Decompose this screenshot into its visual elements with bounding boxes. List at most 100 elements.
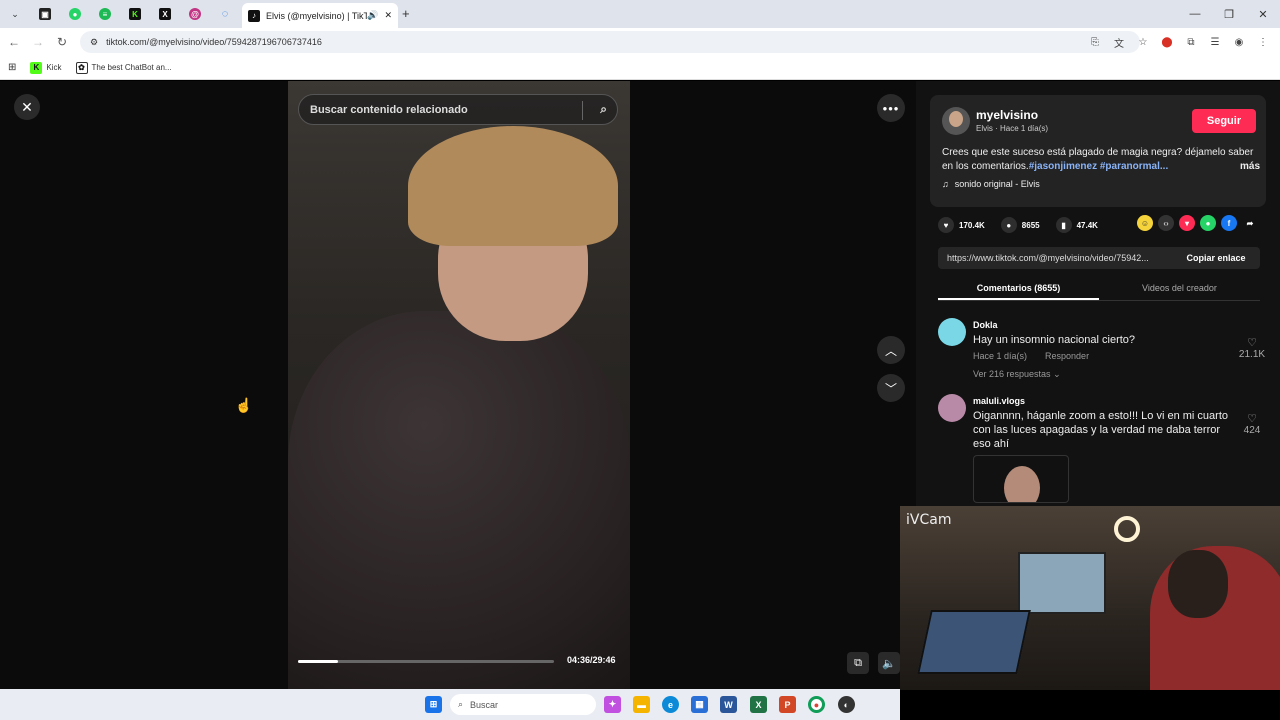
powerpoint-icon[interactable]: P [779, 696, 796, 713]
edge-icon[interactable]: e [662, 696, 679, 713]
like-button[interactable]: ♥ 170.4K [938, 217, 985, 233]
comment-button[interactable]: ● 8655 [1000, 217, 1040, 233]
commenter-username[interactable]: maluli.vlogs [973, 396, 1025, 406]
back-button[interactable]: ← [2, 28, 26, 56]
forward-button[interactable]: → [26, 28, 50, 56]
comment-like-button[interactable]: ♡ 424 [1238, 412, 1266, 436]
close-tab-icon[interactable]: ✕ [384, 10, 392, 21]
like-count: 170.4K [959, 220, 985, 230]
comment-text: Hay un insomnio nacional cierto? [973, 334, 1136, 346]
spotify-icon: ≡ [99, 8, 111, 20]
pinned-tab-x[interactable]: X [150, 0, 180, 28]
author-avatar[interactable] [942, 107, 970, 135]
pinned-tab-1[interactable]: ▣ [30, 0, 60, 28]
share-link-text[interactable]: https://www.tiktok.com/@myelvisino/video… [938, 253, 1172, 263]
commenter-avatar[interactable] [938, 394, 966, 422]
reload-button[interactable]: ↻ [50, 28, 74, 56]
chrome-icon[interactable]: ● [808, 696, 825, 713]
volume-button[interactable]: 🔈 [878, 652, 900, 674]
word-icon[interactable]: W [720, 696, 737, 713]
openai-icon: ✿ [75, 61, 88, 74]
url-field[interactable]: ⚙ tiktok.com/@myelvisino/video/759428719… [80, 31, 1140, 53]
puzzle-icon: ▣ [39, 8, 51, 20]
x-icon: X [159, 8, 171, 20]
share-arrow-icon[interactable]: ➦ [1242, 215, 1258, 231]
site-info-icon[interactable]: ⚙ [90, 37, 98, 48]
bookmark-icon: ▮ [1055, 217, 1072, 233]
chevron-up-icon: ︿ [884, 343, 897, 358]
send-icon[interactable]: ▾ [1179, 215, 1195, 231]
store-icon[interactable]: ▦ [691, 696, 708, 713]
app-icon[interactable]: ◐ [838, 696, 855, 713]
next-video-button[interactable]: ﹀ [877, 374, 905, 402]
ellipsis-icon: ••• [882, 100, 900, 116]
heart-outline-icon: ♡ [1247, 337, 1257, 349]
pinned-tab-spotify[interactable]: ≡ [90, 0, 120, 28]
cast-icon[interactable]: ⎘ [1086, 32, 1104, 52]
bookmark-chatbot[interactable]: ✿ The best ChatBot an... [75, 61, 172, 74]
active-tab[interactable]: ♪ Elvis (@myelvisino) | TikTok 🔊 ✕ [242, 3, 398, 28]
commenter-username[interactable]: Dokla [973, 320, 998, 330]
floating-player-button[interactable]: ⧉ [847, 652, 869, 674]
extensions-icon[interactable]: ⧉ [1182, 32, 1200, 52]
sound-name: sonido original - Elvis [954, 179, 1040, 189]
reading-list-icon[interactable]: ☰ [1206, 32, 1224, 52]
close-window-button[interactable]: ✕ [1246, 0, 1280, 28]
sound-link[interactable]: ♫ sonido original - Elvis [942, 179, 1040, 189]
file-explorer-icon[interactable]: ▬ [633, 696, 650, 713]
follow-button[interactable]: Seguir [1192, 109, 1256, 133]
browser-tab-bar: ⌄ ▣ ● ≡ K X @ ◌ ♪ Elvis (@myelvisino) | … [0, 0, 1280, 28]
tab-list-button[interactable]: ⌄ [0, 0, 30, 28]
pinned-tab-loading[interactable]: ◌ [210, 0, 240, 28]
excel-icon[interactable]: X [750, 696, 767, 713]
bookmark-kick[interactable]: K Kick [30, 61, 62, 74]
video-subject-cap [408, 126, 618, 246]
facebook-share-icon[interactable]: f [1221, 215, 1237, 231]
bookmarks-bar: ⊞ K Kick ✿ The best ChatBot an... [0, 56, 1280, 80]
save-count: 47.4K [1076, 220, 1098, 230]
pinned-tab-threads[interactable]: @ [180, 0, 210, 28]
translate-icon[interactable]: ⽂ [1110, 32, 1128, 52]
apps-grid-icon[interactable]: ⊞ [8, 62, 16, 73]
new-tab-button[interactable]: + [402, 6, 410, 21]
whatsapp-share-icon[interactable]: ● [1200, 215, 1216, 231]
previous-video-button[interactable]: ︿ [877, 336, 905, 364]
menu-kebab-icon[interactable]: ⋮ [1254, 32, 1272, 52]
copy-link-button[interactable]: Copiar enlace [1172, 247, 1260, 269]
comment-like-button[interactable]: ♡ 21.1K [1238, 336, 1266, 360]
bookmark-label: The best ChatBot an... [91, 63, 172, 72]
pinned-tab-kick[interactable]: K [120, 0, 150, 28]
hashtags-link[interactable]: #jasonjimenez #paranormal... [1029, 161, 1169, 172]
comment-count: 8655 [1021, 220, 1040, 230]
profile-icon[interactable]: ◉ [1230, 32, 1248, 52]
tab-creator-videos[interactable]: Videos del creador [1099, 279, 1260, 300]
loading-icon: ◌ [221, 8, 229, 20]
windows-start-icon[interactable]: ⊞ [425, 696, 442, 713]
pinned-tab-whatsapp[interactable]: ● [60, 0, 90, 28]
maximize-button[interactable]: ❐ [1212, 0, 1246, 28]
author-username[interactable]: myelvisino [976, 108, 1038, 122]
taskbar-search[interactable]: ⌕ Buscar [450, 694, 596, 715]
search-icon[interactable]: ⌕ [600, 102, 607, 117]
copilot-icon[interactable]: ✦ [604, 696, 621, 713]
tab-title: Elvis (@myelvisino) | TikTok [266, 10, 368, 21]
more-options-button[interactable]: ••• [877, 94, 905, 122]
commenter-avatar[interactable] [938, 318, 966, 346]
video-player[interactable] [288, 81, 630, 689]
webcam-monitor [1018, 552, 1106, 614]
bookmark-star-icon[interactable]: ☆ [1134, 32, 1152, 52]
comment-image-attachment[interactable] [973, 455, 1069, 503]
reply-button[interactable]: Responder [1045, 351, 1089, 361]
more-description-button[interactable]: más [1240, 160, 1260, 174]
emoji-share-icon[interactable]: ☺ [1137, 215, 1153, 231]
related-search-input[interactable]: Buscar contenido relacionado ⌕ [298, 94, 618, 125]
minimize-button[interactable]: — [1178, 0, 1212, 28]
extension-red-icon[interactable]: ⬤ [1158, 32, 1176, 52]
tab-comments[interactable]: Comentarios (8655) [938, 279, 1099, 300]
video-progress-bar[interactable] [298, 660, 554, 663]
view-replies-button[interactable]: Ver 216 respuestas ⌄ [973, 369, 1061, 380]
close-viewer-button[interactable]: ✕ [14, 94, 40, 120]
windows-taskbar: ⊞ ⌕ Buscar ✦ ▬ e ▦ W X P ● ◐ [0, 689, 900, 720]
save-button[interactable]: ▮ 47.4K [1055, 217, 1098, 233]
embed-icon[interactable]: ‹› [1158, 215, 1174, 231]
